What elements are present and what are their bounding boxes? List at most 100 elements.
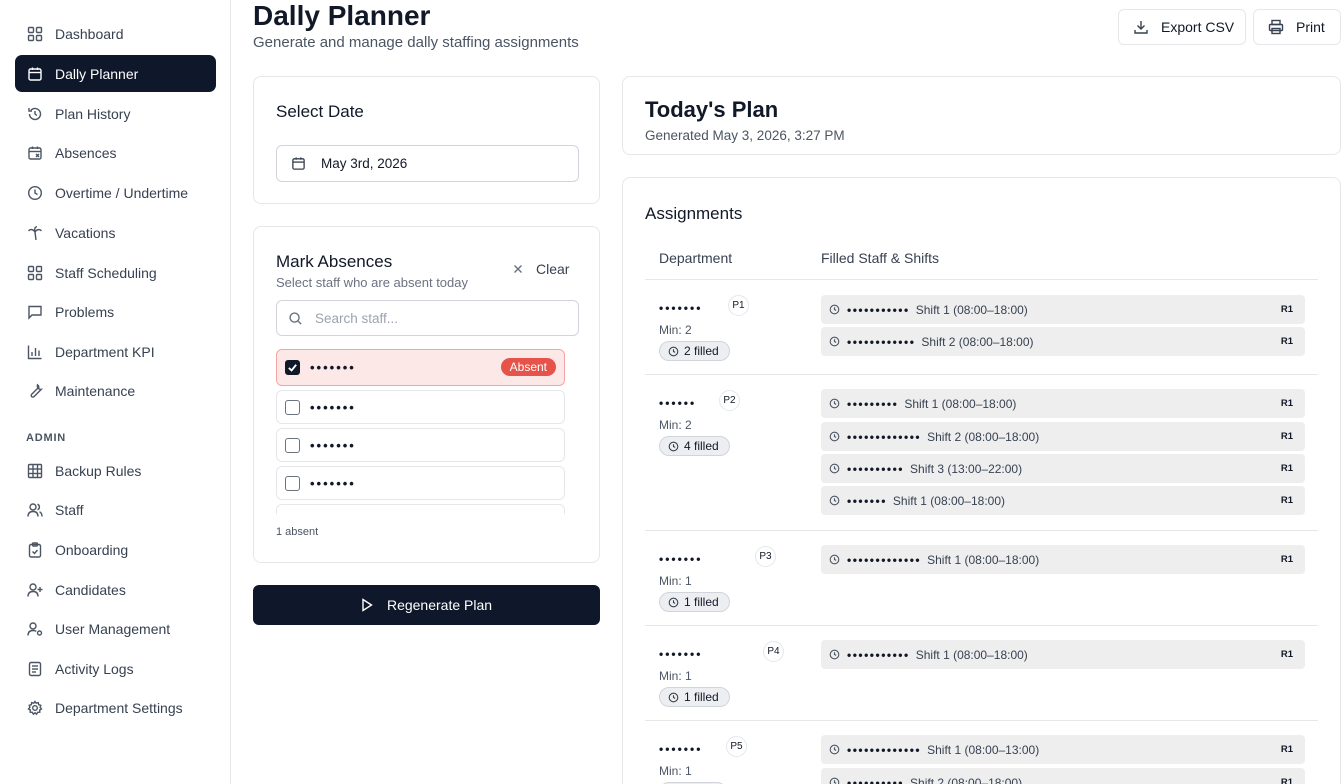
department-code-badge: P3 [755,546,776,567]
sidebar-item-staff[interactable]: Staff [15,491,216,528]
sidebar-item-candidates[interactable]: Candidates [15,571,216,608]
regenerate-label: Regenerate Plan [386,597,493,613]
department-name: ••••••• [659,301,703,315]
sidebar-item-activity-logs[interactable]: Activity Logs [15,650,216,687]
staff-checkbox[interactable] [285,399,300,415]
role-label: R1 [1280,398,1293,409]
clock-icon [829,431,840,442]
staff-name: ••••••••••••• [847,429,922,444]
staff-name: ••••••••• [847,396,899,411]
sidebar-item-maintenance[interactable]: Maintenance [15,372,216,409]
staff-row-partial[interactable] [276,504,565,514]
clear-button[interactable]: Clear [512,261,569,277]
divider [645,530,1318,531]
export-csv-button[interactable]: Export CSV [1118,9,1246,45]
sidebar-item-user-management[interactable]: User Management [15,610,216,647]
department-name: •••••• [659,396,697,410]
staff-name: •••••••••• [847,775,905,784]
plan-title: Today's Plan [645,97,779,122]
column-header-department: Department [659,250,733,266]
staff-row[interactable]: ••••••• [276,390,565,424]
sidebar-item-label: Onboarding [55,541,129,558]
sidebar-item-daily-planner[interactable]: Dally Planner [15,55,216,92]
clock-icon [26,184,44,202]
staff-checkbox[interactable] [285,360,300,375]
staff-row[interactable]: ••••••• Absent [276,349,565,386]
sidebar-item-label: Department KPI [55,343,155,360]
download-icon [1133,19,1149,35]
role-label: R1 [1280,649,1293,660]
sidebar-item-label: Absences [55,144,117,161]
department-min: Min: 1 [659,669,692,683]
staff-name: ••••••• [310,360,356,375]
shift-assignment[interactable]: ••••••• Shift 1 (08:00–18:00) R1 [821,486,1305,515]
sidebar-item-dashboard[interactable]: Dashboard [15,15,216,52]
department-min: Min: 1 [659,764,692,778]
shift-assignment[interactable]: ••••••••••••• Shift 2 (08:00–18:00) R1 [821,422,1305,451]
grid-icon [26,25,44,43]
todays-plan-card: Today's Plan Generated May 3, 2026, 3:27… [622,76,1341,155]
gear-icon [26,699,44,717]
staff-checkbox[interactable] [285,437,300,453]
shift-assignment[interactable]: ••••••••• Shift 1 (08:00–18:00) R1 [821,389,1305,418]
staff-name: ••••••••••• [847,647,910,662]
sidebar-item-problems[interactable]: Problems [15,293,216,330]
sidebar-item-label: Overtime / Undertime [55,184,189,201]
sidebar-item-staff-scheduling[interactable]: Staff Scheduling [15,254,216,291]
role-label: R1 [1280,304,1293,315]
shift-assignment[interactable]: ••••••••••• Shift 1 (08:00–18:00) R1 [821,640,1305,669]
sidebar-item-overtime[interactable]: Overtime / Undertime [15,174,216,211]
date-picker[interactable]: May 3rd, 2026 [276,145,579,182]
role-label: R1 [1280,495,1293,506]
column-header-staff: Filled Staff & Shifts [821,250,940,266]
admin-section-label: ADMIN [26,432,67,444]
staff-checkbox[interactable] [285,475,300,491]
shift-assignment[interactable]: ••••••••••• Shift 1 (08:00–18:00) R1 [821,295,1305,324]
sidebar-item-backup-rules[interactable]: Backup Rules [15,452,216,489]
print-button[interactable]: Print [1253,9,1341,45]
shift-assignment[interactable]: ••••••••••••• Shift 1 (08:00–18:00) R1 [821,545,1305,574]
clock-icon [829,398,840,409]
clock-icon [668,441,679,452]
department-code-badge: P5 [726,736,747,757]
sidebar-item-absences[interactable]: Absences [15,134,216,171]
shift-label: Shift 1 (08:00–18:00) [892,493,1005,508]
filled-badge: 1 filled [659,592,730,612]
sidebar-item-plan-history[interactable]: Plan History [15,95,216,132]
sidebar-item-department-settings[interactable]: Department Settings [15,689,216,726]
shift-label: Shift 1 (08:00–18:00) [915,647,1028,662]
shift-label: Shift 1 (08:00–18:00) [915,302,1028,317]
shift-label: Shift 3 (13:00–22:00) [910,461,1023,476]
staff-name: ••••••••••• [847,302,910,317]
shift-assignment[interactable]: ••••••••••••• Shift 1 (08:00–13:00) R1 [821,735,1305,764]
search-staff-input[interactable]: Search staff... [276,300,579,336]
shift-label: Shift 1 (08:00–18:00) [927,552,1040,567]
department-min: Min: 2 [659,323,692,337]
staff-row[interactable]: ••••••• [276,428,565,462]
mark-absences-subtitle: Select staff who are absent today [276,275,468,290]
shift-label: Shift 2 (08:00–18:00) [927,429,1040,444]
department-name: ••••••• [659,647,703,661]
department-min: Min: 2 [659,418,692,432]
calendar-icon [291,156,307,172]
sidebar-item-onboarding[interactable]: Onboarding [15,531,216,568]
mark-absences-title: Mark Absences [276,252,393,271]
sidebar-item-label: Dashboard [55,25,124,42]
staff-row[interactable]: ••••••• [276,466,565,500]
date-value: May 3rd, 2026 [321,156,408,171]
filled-label: 1 filled [684,595,719,609]
regenerate-plan-button[interactable]: Regenerate Plan [253,585,600,625]
wrench-icon [26,382,44,400]
shift-assignment[interactable]: •••••••••• Shift 2 (08:00–18:00) R1 [821,768,1305,784]
sidebar-item-label: Dally Planner [55,65,139,82]
shift-assignment[interactable]: •••••••••• Shift 3 (13:00–22:00) R1 [821,454,1305,483]
sidebar-item-vacations[interactable]: Vacations [15,214,216,251]
department-name: ••••••• [659,552,703,566]
shift-label: Shift 2 (08:00–18:00) [910,775,1023,784]
shift-assignment[interactable]: •••••••••••• Shift 2 (08:00–18:00) R1 [821,327,1305,356]
role-label: R1 [1280,431,1293,442]
search-icon [288,311,303,326]
staff-name: ••••••••••••• [847,552,922,567]
staff-name: ••••••• [310,399,356,415]
sidebar-item-department-kpi[interactable]: Department KPI [15,333,216,370]
